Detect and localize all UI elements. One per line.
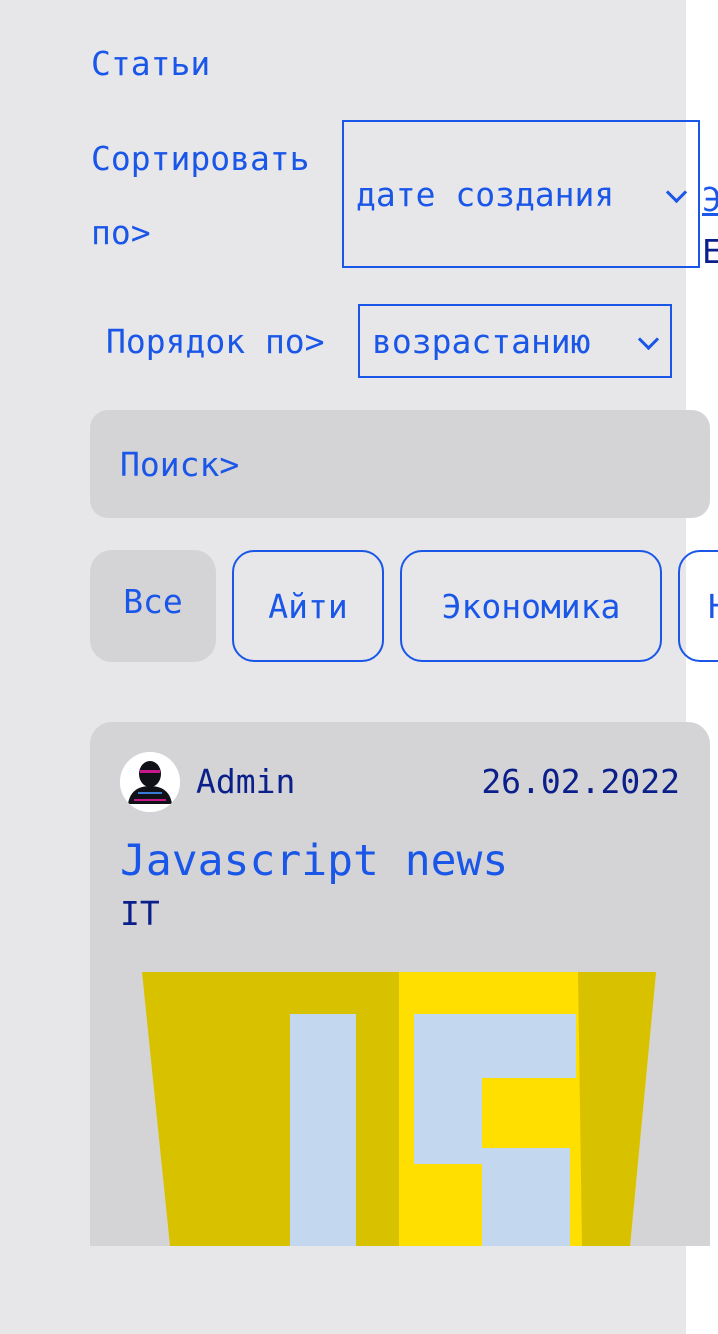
overflow-link[interactable]: Э E xyxy=(702,178,718,274)
sort-select[interactable]: дате создания xyxy=(342,120,700,268)
avatar-image xyxy=(120,752,180,812)
post-author: Admin xyxy=(196,762,296,801)
sort-label: Сортировать по> xyxy=(91,139,310,252)
tab-label: Айти xyxy=(268,586,348,626)
post-card[interactable]: Admin 26.02.2022 Javascript news IT xyxy=(90,722,710,1246)
overflow-link-line2: E xyxy=(702,232,718,271)
tab-economy[interactable]: Экономика xyxy=(400,550,662,662)
tab-next[interactable]: Н xyxy=(678,550,718,662)
section-title: Статьи xyxy=(91,44,211,83)
articles-panel: Статьи Сортировать по> дате создания Пор… xyxy=(0,0,710,1334)
tab-label: Н xyxy=(708,586,718,626)
tab-label: Все xyxy=(123,582,183,621)
tab-it[interactable]: Айти xyxy=(232,550,384,662)
post-date: 26.02.2022 xyxy=(481,762,680,801)
order-label: Порядок по> xyxy=(106,322,325,361)
post-category: IT xyxy=(120,894,160,933)
chevron-down-icon xyxy=(637,328,660,351)
chevron-down-icon xyxy=(665,181,688,204)
tab-label: Экономика xyxy=(441,586,621,626)
js-logo-image xyxy=(142,972,656,1246)
avatar xyxy=(120,752,180,812)
order-select[interactable]: возрастанию xyxy=(358,304,672,378)
sort-select-value: дате создания xyxy=(356,174,615,214)
order-select-value: возрастанию xyxy=(372,321,591,361)
search-input[interactable]: Поиск> xyxy=(90,410,710,518)
overflow-link-line1: Э xyxy=(702,180,718,219)
page: Статьи Сортировать по> дате создания Пор… xyxy=(0,0,718,1334)
search-label: Поиск> xyxy=(120,444,240,484)
post-title[interactable]: Javascript news xyxy=(120,834,508,888)
tab-all[interactable]: Все xyxy=(90,550,216,662)
